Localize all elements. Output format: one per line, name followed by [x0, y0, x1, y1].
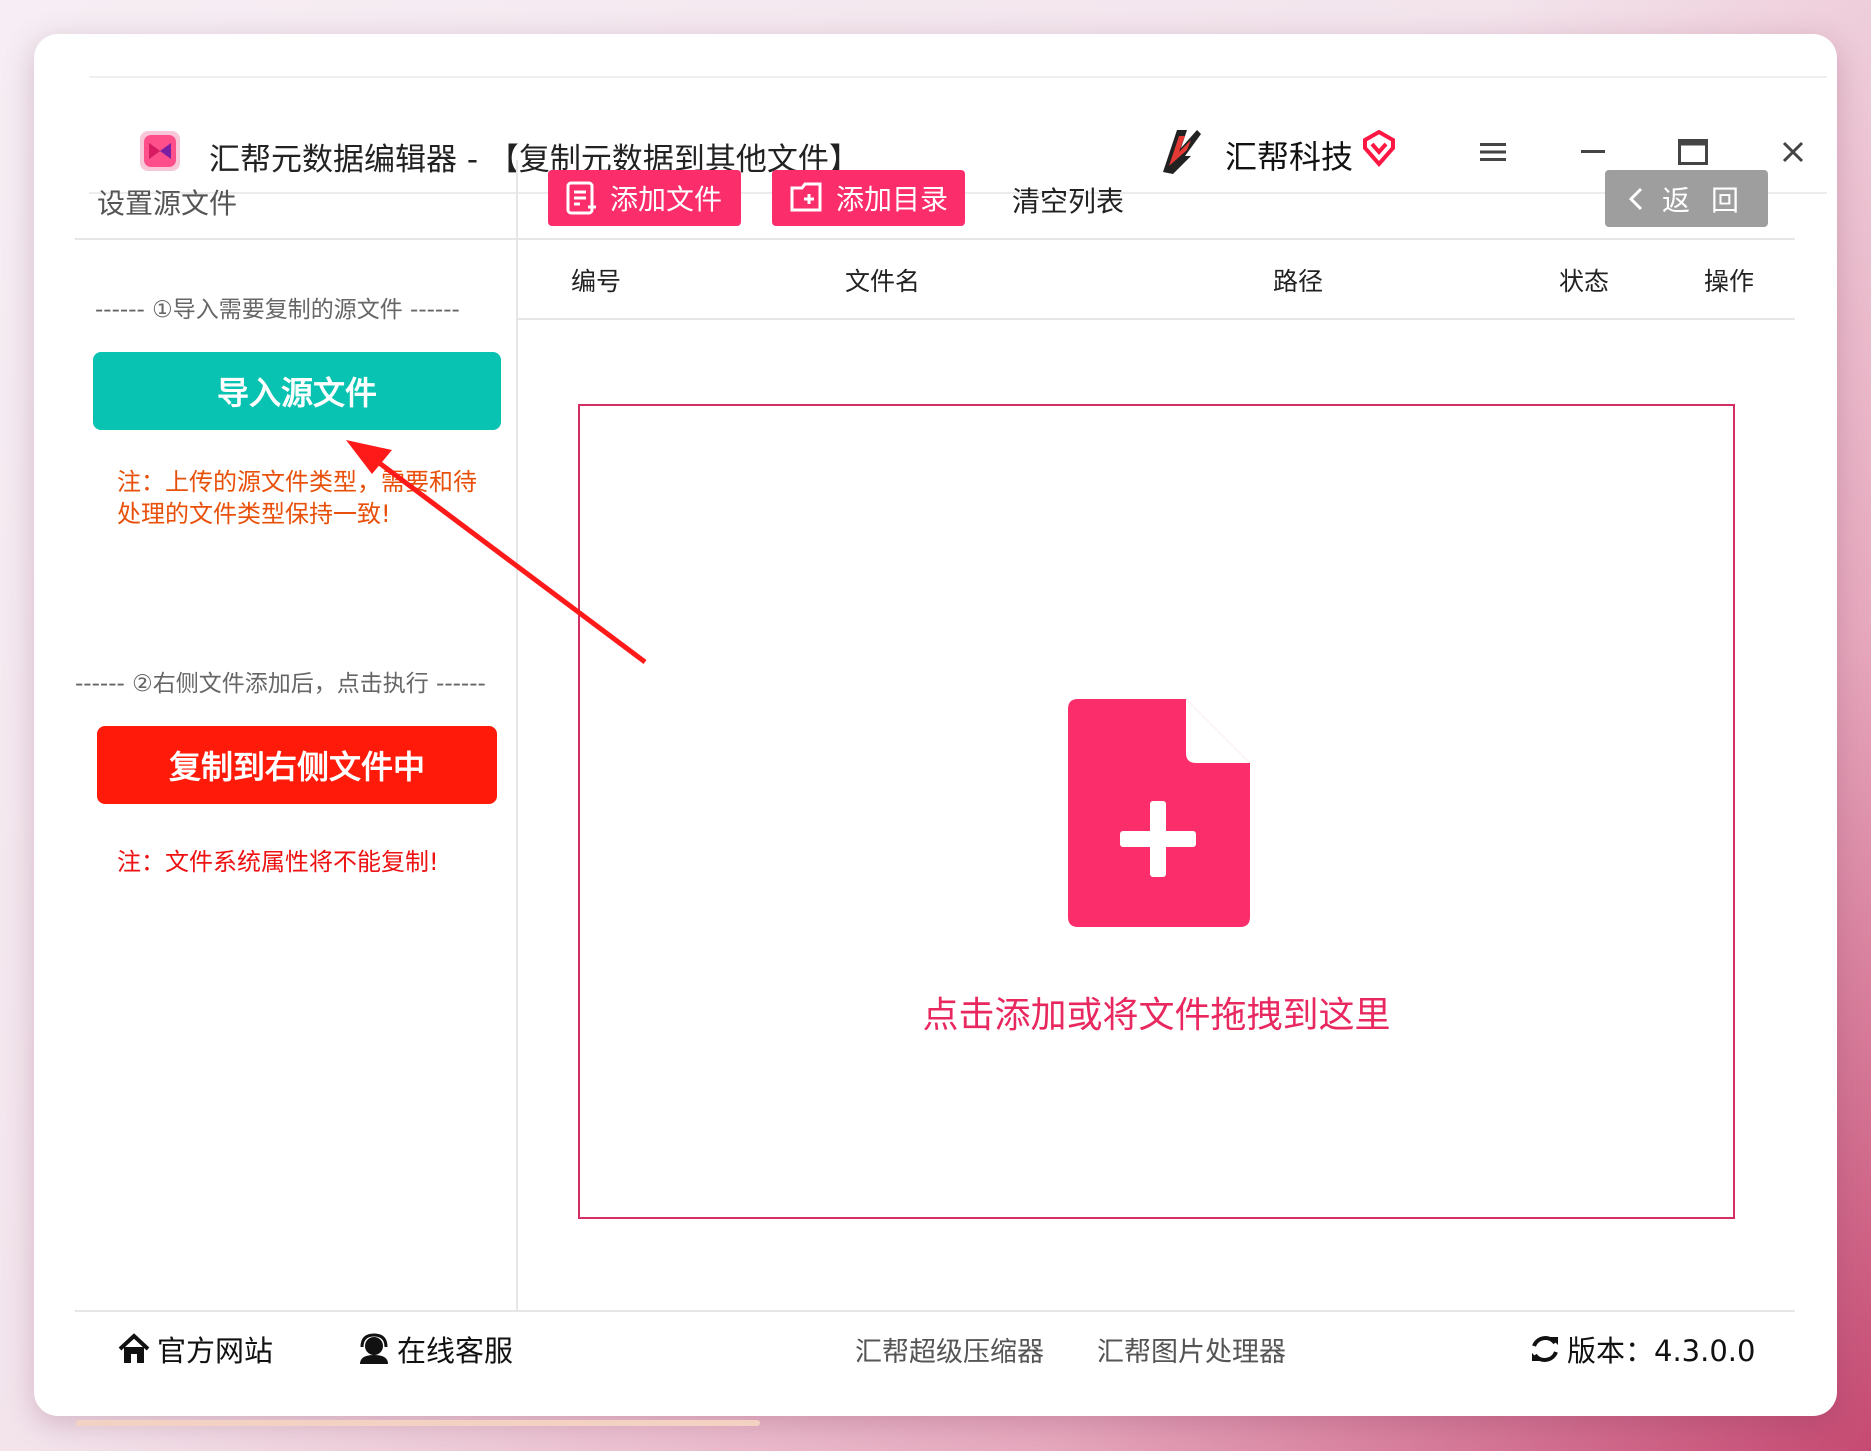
column-header-index: 编号: [571, 267, 622, 296]
online-support-link[interactable]: 在线客服: [357, 1328, 513, 1370]
note-source-type: 注：上传的源文件类型，需要和待处理的文件类型保持一致!: [117, 468, 477, 528]
official-website-link[interactable]: 官方网站: [117, 1328, 273, 1370]
step2-label: ------ ②右侧文件添加后，点击执行 ------: [75, 671, 486, 697]
copy-to-files-button[interactable]: 复制到右侧文件中: [97, 726, 497, 804]
column-header-path: 路径: [1273, 267, 1324, 296]
back-label: 返 回: [1662, 183, 1745, 217]
toolbar: 添加文件 添加目录 清空列表 返 回: [518, 160, 1795, 240]
add-file-icon: [1068, 699, 1250, 927]
version-info[interactable]: 版本：4.3.0.0: [1529, 1328, 1755, 1370]
super-compressor-link[interactable]: 汇帮超级压缩器: [855, 1330, 1044, 1369]
import-source-button[interactable]: 导入源文件: [93, 352, 501, 430]
home-icon: [118, 1333, 150, 1363]
add-directory-label: 添加目录: [836, 183, 949, 216]
clear-list-button[interactable]: 清空列表: [1012, 180, 1124, 220]
back-button[interactable]: 返 回: [1605, 170, 1768, 227]
support-agent-icon: [360, 1333, 388, 1364]
add-file-button[interactable]: 添加文件: [548, 170, 741, 226]
online-support-label: 在线客服: [397, 1334, 514, 1368]
step1-label: ------ ①导入需要复制的源文件 ------: [95, 297, 460, 323]
official-website-label: 官方网站: [157, 1334, 274, 1368]
add-directory-button[interactable]: 添加目录: [772, 170, 965, 226]
refresh-icon: [1532, 1336, 1558, 1362]
table-header: 编号 文件名 路径 状态 操作: [518, 240, 1795, 320]
bottom-accent-bar: [76, 1420, 760, 1426]
app-window: 汇帮元数据编辑器 - 【复制元数据到其他文件】 汇帮科技 设置源文件 -----…: [34, 34, 1837, 1416]
top-hairline: [89, 76, 1827, 78]
version-label: 版本：4.3.0.0: [1567, 1334, 1756, 1368]
main-panel: 添加文件 添加目录 清空列表 返 回 编号 文件名 路径 状态 操作 点击添加或…: [518, 160, 1795, 1310]
add-file-label: 添加文件: [610, 183, 723, 216]
footer: 官方网站 在线客服 汇帮超级压缩器 汇帮图片处理器 版本：4.3.0.0: [75, 1310, 1795, 1382]
chevron-left-icon: [1628, 187, 1643, 210]
file-dropzone[interactable]: 点击添加或将文件拖拽到这里: [578, 404, 1735, 1219]
file-list-icon: [566, 181, 596, 215]
image-processor-link[interactable]: 汇帮图片处理器: [1097, 1330, 1286, 1369]
column-header-status: 状态: [1559, 267, 1610, 296]
dropzone-hint: 点击添加或将文件拖拽到这里: [922, 995, 1391, 1036]
column-header-filename: 文件名: [845, 267, 921, 296]
sidebar-title: 设置源文件: [97, 187, 238, 220]
folder-add-icon: [790, 182, 822, 212]
column-header-actions: 操作: [1704, 267, 1755, 296]
sidebar: 设置源文件 ------ ①导入需要复制的源文件 ------ 导入源文件 注：…: [75, 160, 518, 1310]
sidebar-header: 设置源文件: [75, 160, 516, 240]
note-attributes: 注：文件系统属性将不能复制!: [117, 848, 439, 876]
